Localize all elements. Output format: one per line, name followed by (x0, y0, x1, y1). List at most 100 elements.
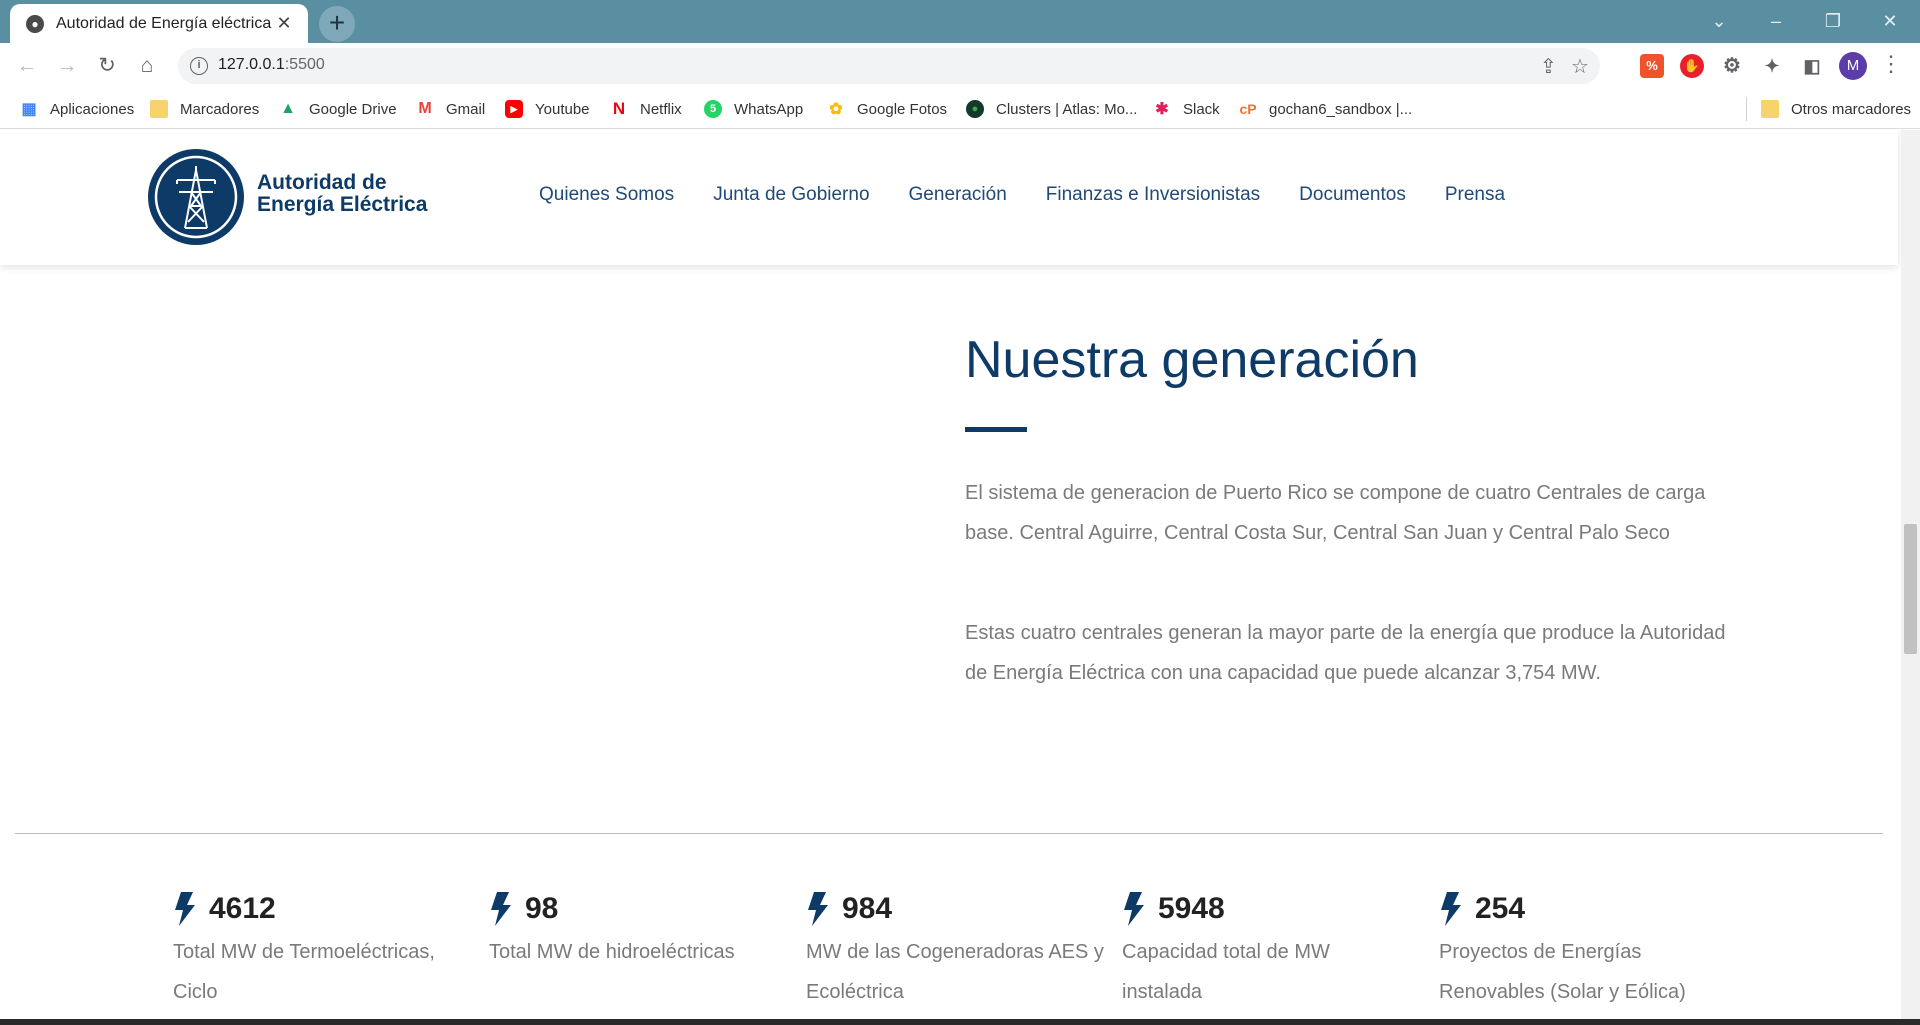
bookmark-youtube[interactable]: ▶ Youtube (505, 89, 590, 129)
title-underline (965, 427, 1027, 432)
side-panel-icon[interactable]: ◧ (1800, 54, 1824, 78)
bookmark-label: Gmail (446, 100, 486, 118)
stat-cogeneradoras: 984 MW de las Cogeneradoras AES y Ecoléc… (806, 890, 1106, 1012)
bookmark-label: Marcadores (180, 100, 260, 118)
nav-generacion[interactable]: Generación (909, 184, 1007, 206)
url-host: 127.0.0.1 (218, 56, 285, 73)
reload-button[interactable]: ↻ (92, 51, 122, 81)
browser-tab[interactable]: ● Autoridad de Energía eléctrica ✕ (10, 4, 308, 43)
logo-line-1: Autoridad de (257, 171, 387, 194)
bookmark-marcadores[interactable]: Marcadores (150, 89, 259, 129)
stat-value: 4612 (209, 892, 276, 925)
whatsapp-icon: 5 (704, 100, 722, 118)
lightning-bolt-icon (491, 892, 511, 926)
bookmark-google-fotos[interactable]: ✿ Google Fotos (827, 89, 947, 129)
bookmark-label: WhatsApp (734, 100, 804, 118)
logo-line-2: Energía Eléctrica (257, 193, 428, 216)
folder-icon (150, 100, 168, 118)
power-tower-logo-icon[interactable] (147, 148, 245, 246)
bookmarks-separator (1746, 97, 1747, 121)
close-tab-icon[interactable]: ✕ (274, 13, 294, 34)
minimize-button[interactable]: – (1753, 4, 1799, 38)
home-button[interactable]: ⌂ (132, 51, 162, 81)
nav-documentos[interactable]: Documentos (1299, 184, 1406, 206)
puzzle-extensions-icon[interactable]: ✦ (1760, 54, 1784, 78)
main-nav: Quienes Somos Junta de Gobierno Generaci… (539, 184, 1544, 206)
stat-value: 5948 (1158, 892, 1225, 925)
bookmark-netflix[interactable]: N Netflix (610, 89, 682, 129)
share-icon[interactable]: ⇪ (1540, 54, 1557, 79)
nav-prensa[interactable]: Prensa (1445, 184, 1505, 206)
site-logo-text[interactable]: Autoridad de Energía Eléctrica (257, 172, 427, 216)
bookmark-star-icon[interactable]: ☆ (1571, 54, 1589, 79)
site-header: Autoridad de Energía Eléctrica Quienes S… (0, 130, 1898, 265)
stat-value: 98 (525, 892, 559, 925)
stat-hidroelectricas: 98 Total MW de hidroeléctricas (489, 890, 789, 972)
bookmark-label: gochan6_sandbox |... (1269, 100, 1413, 118)
new-tab-button[interactable]: + (319, 6, 355, 42)
bookmark-label: Netflix (640, 100, 682, 118)
bookmark-google-drive[interactable]: ▲ Google Drive (279, 89, 397, 129)
stat-value: 254 (1475, 892, 1526, 925)
settings-extension-icon[interactable]: ⚙ (1720, 54, 1744, 78)
netflix-icon: N (612, 99, 626, 118)
bookmark-mongodb-atlas[interactable]: ● Clusters | Atlas: Mo... (966, 89, 1137, 129)
google-drive-icon: ▲ (280, 100, 296, 117)
bookmark-label: Clusters | Atlas: Mo... (996, 100, 1138, 118)
intro-paragraph: El sistema de generacion de Puerto Rico … (965, 482, 1706, 544)
folder-icon (1761, 100, 1779, 118)
forward-button[interactable]: → (52, 51, 82, 81)
bookmark-aplicaciones[interactable]: ▦ Aplicaciones (20, 89, 134, 129)
bookmark-gmail[interactable]: M Gmail (416, 89, 485, 129)
url-port: :5500 (284, 56, 325, 73)
browser-menu-icon[interactable]: ⋮ (1880, 51, 1902, 77)
youtube-icon: ▶ (505, 100, 523, 118)
lightning-bolt-icon (175, 892, 195, 926)
bookmark-cpanel[interactable]: cP gochan6_sandbox |... (1239, 89, 1412, 129)
browser-toolbar: ← → ↻ ⌂ i 127.0.0.1:5500 ⇪ ☆ % ✋ ⚙ ✦ ◧ M… (0, 43, 1920, 89)
stat-label: Proyectos de Energías Renovables (Solar … (1439, 941, 1686, 1003)
bookmark-label: Google Fotos (857, 100, 948, 118)
extension-icon[interactable]: % (1640, 54, 1664, 78)
stat-capacidad-total: 5948 Capacidad total de MW instalada (1122, 890, 1422, 1012)
bookmark-label: Aplicaciones (50, 100, 135, 118)
bookmark-slack[interactable]: ✱ Slack (1153, 89, 1220, 129)
bookmarks-bar: ▦ Aplicaciones Marcadores ▲ Google Drive… (0, 89, 1920, 129)
tab-search-icon[interactable]: ⌄ (1696, 4, 1742, 38)
lightning-bolt-icon (808, 892, 828, 926)
site-info-icon[interactable]: i (190, 57, 208, 75)
adblock-extension-icon[interactable]: ✋ (1680, 54, 1704, 78)
tab-title: Autoridad de Energía eléctrica (56, 14, 272, 32)
google-photos-icon: ✿ (829, 101, 843, 118)
restore-button[interactable]: ❐ (1810, 4, 1856, 38)
back-button[interactable]: ← (12, 51, 42, 81)
page-scrollbar[interactable] (1901, 130, 1920, 1025)
lightning-bolt-icon (1441, 892, 1461, 926)
browser-titlebar: ● Autoridad de Energía eléctrica ✕ + ⌄ –… (0, 0, 1920, 43)
stat-label: Total MW de Termoeléctricas, Ciclo (173, 941, 435, 1003)
bookmark-otros-marcadores[interactable]: Otros marcadores (1761, 89, 1911, 129)
globe-icon: ● (26, 14, 44, 33)
mongodb-icon: ● (966, 100, 984, 118)
stat-termoelectricas: 4612 Total MW de Termoeléctricas, Ciclo (173, 890, 473, 1012)
profile-avatar[interactable]: M (1839, 52, 1867, 80)
close-window-button[interactable]: ✕ (1867, 4, 1913, 38)
stat-label: MW de las Cogeneradoras AES y Ecoléctric… (806, 941, 1104, 1003)
scrollbar-thumb[interactable] (1904, 524, 1917, 654)
section-divider (15, 833, 1883, 834)
bookmark-label: Google Drive (309, 100, 397, 118)
cpanel-icon: cP (1239, 101, 1257, 117)
bookmark-label: Slack (1183, 100, 1220, 118)
url-text[interactable]: 127.0.0.1:5500 (218, 56, 325, 74)
address-bar[interactable]: i 127.0.0.1:5500 ⇪ ☆ (178, 48, 1600, 84)
stat-value: 984 (842, 892, 893, 925)
bookmark-label: Youtube (535, 100, 590, 118)
lightning-bolt-icon (1124, 892, 1144, 926)
page-viewport: Autoridad de Energía Eléctrica Quienes S… (0, 130, 1920, 1025)
stat-label: Total MW de hidroeléctricas (489, 941, 735, 963)
bookmark-whatsapp[interactable]: 5 WhatsApp (704, 89, 803, 129)
nav-finanzas-inversionistas[interactable]: Finanzas e Inversionistas (1046, 184, 1260, 206)
nav-quienes-somos[interactable]: Quienes Somos (539, 184, 674, 206)
nav-junta-de-gobierno[interactable]: Junta de Gobierno (713, 184, 869, 206)
bookmark-label: Otros marcadores (1791, 100, 1912, 118)
